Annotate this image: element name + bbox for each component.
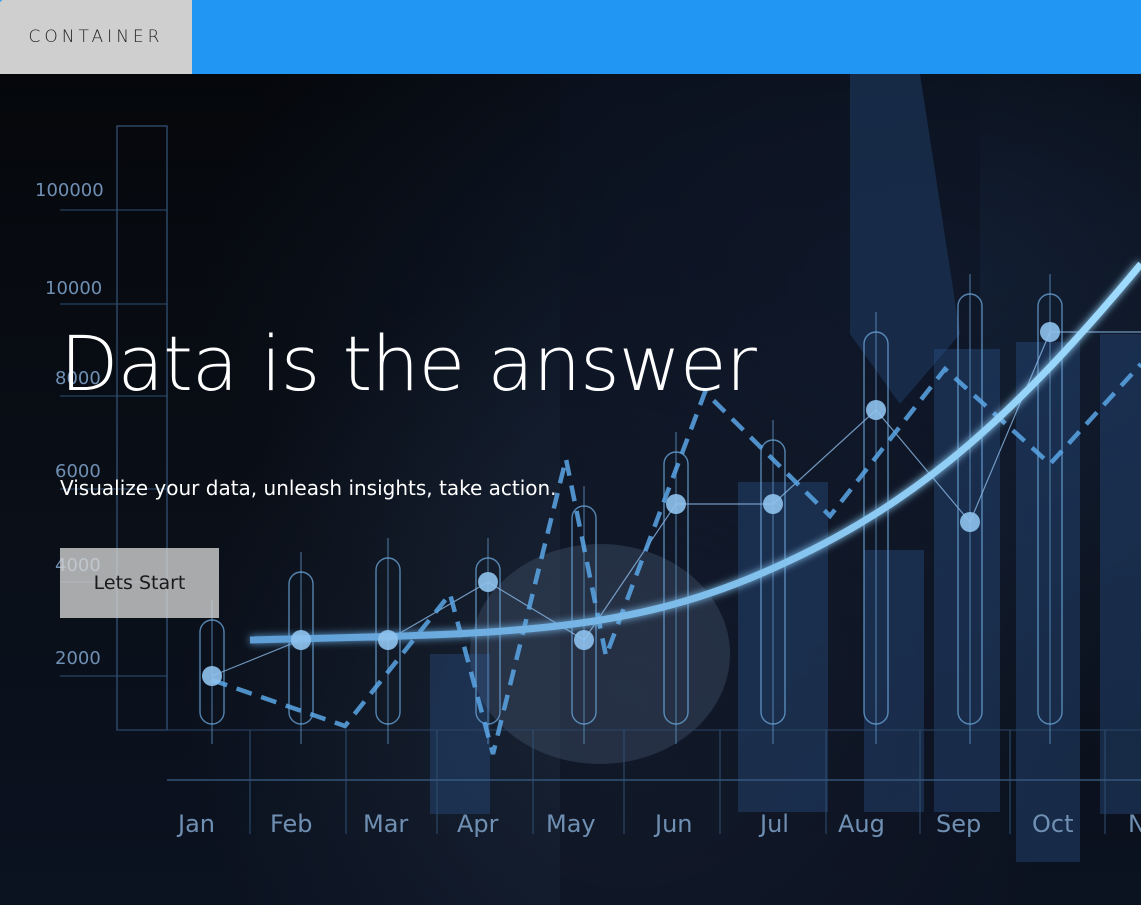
data-point <box>378 630 398 650</box>
x-tick-label: Apr <box>457 810 499 838</box>
data-point <box>478 572 498 592</box>
data-point <box>763 494 783 514</box>
bar-column <box>1016 342 1080 862</box>
bar-column <box>934 349 1000 812</box>
data-point <box>291 630 311 650</box>
lets-start-button[interactable]: Lets Start <box>60 548 219 618</box>
bar-column <box>738 482 828 812</box>
x-tick-label: May <box>546 810 596 838</box>
x-tick-label: Jun <box>653 810 693 838</box>
data-point <box>202 666 222 686</box>
x-tick-label: Aug <box>838 810 885 838</box>
bar-column <box>1100 334 1141 814</box>
hero-section: 100000100008000600040002000 JanFebMarApr… <box>0 74 1141 905</box>
y-tick-label: 2000 <box>55 648 101 669</box>
hand-shape <box>470 544 730 764</box>
x-tick-label: Mar <box>363 810 408 838</box>
data-point <box>866 400 886 420</box>
x-tick-label: Feb <box>270 810 313 838</box>
top-nav-bar: CONTAINER <box>0 0 1141 74</box>
data-point <box>960 512 980 532</box>
hero-title: Data is the answer <box>60 319 757 408</box>
y-axis-frame <box>116 125 168 731</box>
brand-logo[interactable]: CONTAINER <box>0 0 192 74</box>
data-point <box>666 494 686 514</box>
x-tick-label: Jul <box>758 810 789 838</box>
bar-column <box>864 550 924 812</box>
hero-subtitle: Visualize your data, unleash insights, t… <box>60 476 557 500</box>
x-tick-label: Oct <box>1032 810 1074 838</box>
bar-column <box>430 654 490 814</box>
y-tick-label: 100000 <box>35 180 104 201</box>
x-axis-month-labels: Jan Feb Mar Apr May Jun Jul Aug Sep Oct N <box>176 810 1141 838</box>
y-tick-label: 10000 <box>45 278 102 299</box>
x-tick-label: Jan <box>176 810 215 838</box>
x-tick-label: Sep <box>936 810 981 838</box>
data-point <box>574 630 594 650</box>
x-tick-label: N <box>1128 810 1141 838</box>
data-point <box>1040 322 1060 342</box>
